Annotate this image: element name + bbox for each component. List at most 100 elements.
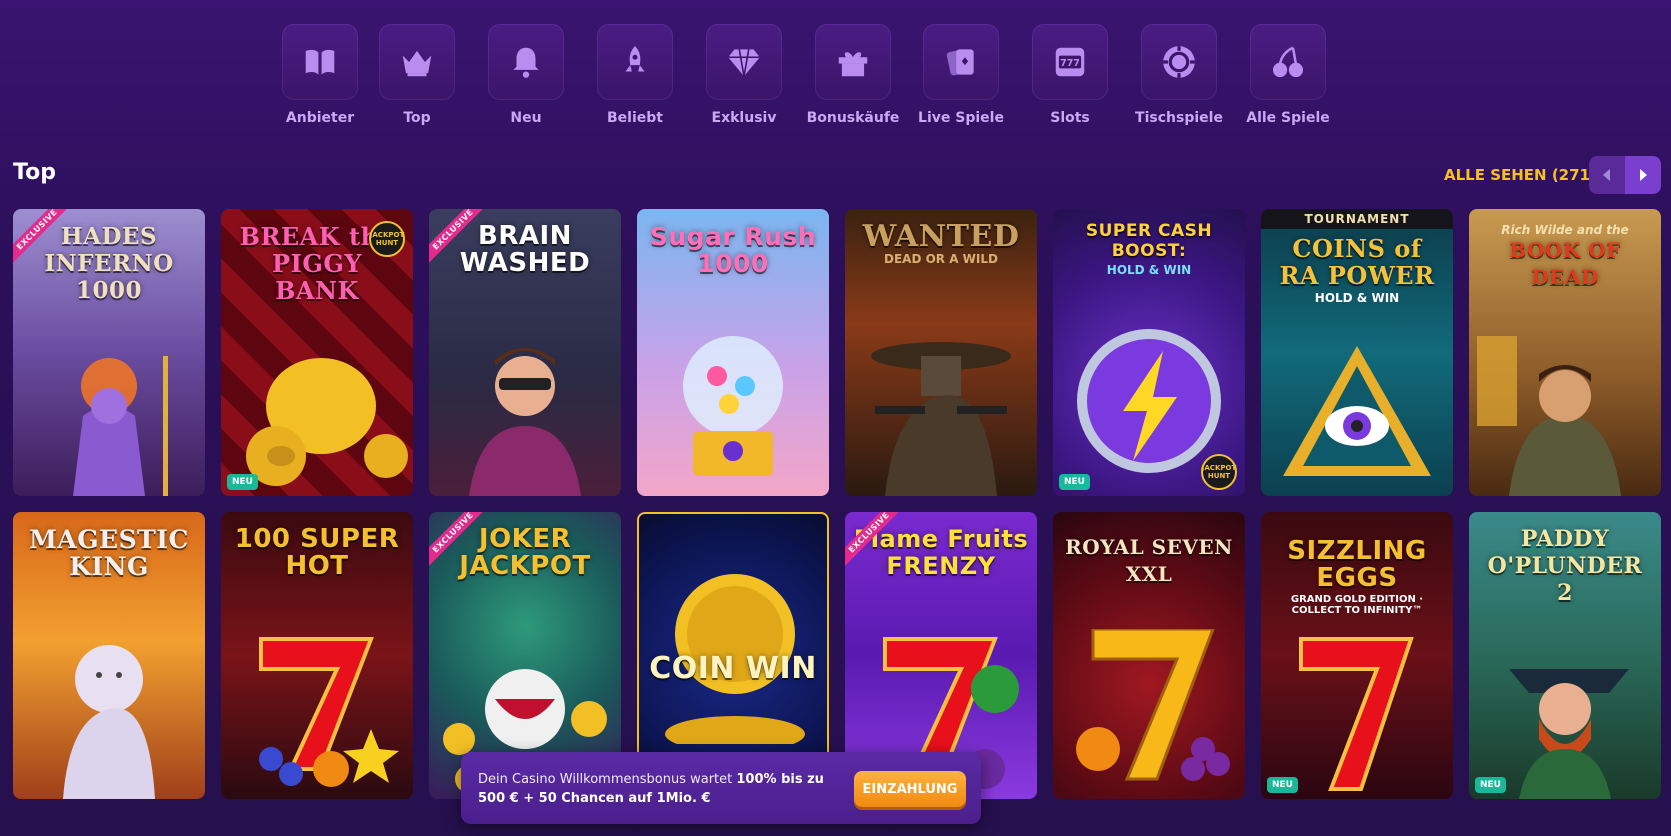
welcome-bonus-text: Dein Casino Willkommensbonus wartet 100%… — [478, 770, 828, 808]
category-top-box — [379, 24, 455, 100]
game-title: ROYAL SEVEN XXL — [1065, 535, 1233, 586]
category-label: Beliebt — [607, 110, 663, 126]
game-subtitle: Rich Wilde and the — [1501, 223, 1629, 237]
game-artwork — [246, 358, 408, 486]
game-title: SIZZLING EGGS — [1287, 536, 1427, 593]
category-slots[interactable]: 777 Slots — [1015, 24, 1125, 126]
category-label: Alle Spiele — [1246, 110, 1330, 126]
category-exklusiv-box — [706, 24, 782, 100]
game-subtitle: GRAND GOLD EDITION · COLLECT TO INFINITY… — [1290, 594, 1424, 616]
game-artwork — [1509, 669, 1629, 799]
game-title: PADDY O'PLUNDER 2 — [1487, 526, 1643, 606]
new-badge: NEU — [1475, 777, 1506, 793]
see-all-link[interactable]: ALLE SEHEN (271) — [1444, 166, 1597, 184]
tournament-banner: TOURNAMENT — [1261, 209, 1453, 229]
game-subtitle: HOLD & WIN — [1106, 263, 1192, 277]
game-tile[interactable]: Sugar Rush 1000 — [637, 209, 829, 496]
game-tile[interactable]: BREAK the PIGGY BANK JACKPOT HUNT NEU — [221, 209, 413, 496]
book-icon — [305, 49, 335, 75]
game-title: Sugar Rush 1000 — [649, 222, 817, 278]
game-subtitle: HOLD & WIN — [1314, 291, 1400, 305]
game-title: 100 SUPER HOT — [234, 524, 400, 581]
game-artwork — [1477, 336, 1621, 496]
category-neu[interactable]: Neu — [471, 24, 581, 126]
game-tile[interactable]: SIZZLING EGGS GRAND GOLD EDITION · COLLE… — [1261, 512, 1453, 799]
category-alle-spiele[interactable]: Alle Spiele — [1233, 24, 1343, 126]
category-anbieter-box — [282, 24, 358, 100]
category-live-spiele-box — [923, 24, 999, 100]
new-badge: NEU — [227, 474, 258, 490]
category-live-spiele[interactable]: Live Spiele — [906, 24, 1016, 126]
category-beliebt-box — [597, 24, 673, 100]
jackpot-hunt-badge: JACKPOT HUNT — [369, 221, 405, 257]
game-tile[interactable]: ROYAL SEVEN XXL — [1053, 512, 1245, 799]
game-tile[interactable]: TOURNAMENT COINS of RA POWER HOLD & WIN — [1261, 209, 1453, 496]
category-bonuskaeufe-box — [815, 24, 891, 100]
cards-icon — [946, 49, 974, 76]
rocket-icon — [625, 46, 645, 72]
game-artwork — [1076, 629, 1230, 781]
poker-chip-icon — [1163, 46, 1195, 78]
category-neu-box — [488, 24, 564, 100]
deposit-button[interactable]: EINZAHLUNG — [854, 771, 966, 807]
category-label: Exklusiv — [711, 110, 777, 126]
jackpot-hunt-badge: JACKPOT HUNT — [1201, 454, 1237, 490]
category-exklusiv[interactable]: Exklusiv — [689, 24, 799, 126]
category-nav: Anbieter Top Neu Beliebt Exklusiv Bonusk… — [0, 24, 1671, 134]
game-artwork — [1283, 346, 1431, 476]
category-beliebt[interactable]: Beliebt — [580, 24, 690, 126]
game-tile[interactable]: BRAIN WASHED EXCLUSIVE — [429, 209, 621, 496]
diamond-icon — [728, 49, 760, 77]
cherries-icon — [1272, 46, 1304, 78]
game-artwork — [665, 574, 805, 744]
game-artwork — [73, 356, 168, 496]
category-label: Slots — [1050, 110, 1090, 126]
category-top[interactable]: Top — [362, 24, 472, 126]
chevron-right-icon — [1640, 169, 1647, 181]
game-artwork — [63, 645, 155, 799]
game-tile[interactable]: Rich Wilde and the BOOK OF DEAD — [1469, 209, 1661, 496]
game-title: BOOK OF DEAD — [1509, 238, 1621, 289]
section-title: Top — [13, 160, 56, 185]
game-title: HADES INFERNO 1000 — [44, 223, 174, 304]
category-alle-spiele-box — [1250, 24, 1326, 100]
gift-icon — [838, 52, 868, 77]
game-tile[interactable]: PADDY O'PLUNDER 2 NEU — [1469, 512, 1661, 799]
chevron-left-icon — [1603, 169, 1610, 181]
category-bonuskaeufe[interactable]: Bonuskäufe — [798, 24, 908, 126]
game-tile[interactable]: 100 SUPER HOT — [221, 512, 413, 799]
category-label: Tischspiele — [1135, 110, 1223, 126]
new-badge: NEU — [1267, 777, 1298, 793]
game-tile[interactable]: HADES INFERNO 1000 EXCLUSIVE — [13, 209, 205, 496]
carousel-arrows — [1589, 156, 1661, 194]
category-tischspiele-box — [1141, 24, 1217, 100]
game-title: COIN WIN — [649, 651, 817, 686]
new-badge: NEU — [1059, 474, 1090, 490]
crown-icon — [402, 50, 432, 77]
svg-text:777: 777 — [1060, 58, 1080, 69]
game-artwork — [871, 342, 1011, 496]
game-tile[interactable]: WANTED DEAD OR A WILD — [845, 209, 1037, 496]
category-label: Anbieter — [285, 110, 355, 126]
game-artwork — [683, 336, 783, 476]
game-title: WANTED — [862, 219, 1020, 254]
game-tile[interactable]: SUPER CASH BOOST: HOLD & WIN JACKPOT HUN… — [1053, 209, 1245, 496]
game-title: COINS of RA POWER — [1279, 234, 1435, 290]
game-artwork — [259, 637, 399, 787]
category-anbieter[interactable]: Anbieter — [265, 24, 375, 126]
carousel-next-button[interactable] — [1625, 156, 1661, 194]
game-tile[interactable]: MAGESTIC KING — [13, 512, 205, 799]
category-label: Neu — [510, 110, 542, 126]
welcome-bonus-banner: Dein Casino Willkommensbonus wartet 100%… — [461, 752, 981, 824]
game-title: SUPER CASH BOOST: — [1085, 221, 1213, 261]
slot-machine-icon: 777 — [1055, 47, 1085, 77]
game-artwork — [469, 348, 581, 496]
category-label: Bonuskäufe — [806, 110, 900, 126]
category-tischspiele[interactable]: Tischspiele — [1124, 24, 1234, 126]
category-label: Live Spiele — [918, 110, 1004, 126]
category-label: Top — [403, 110, 431, 126]
category-slots-box: 777 — [1032, 24, 1108, 100]
game-title: MAGESTIC KING — [29, 525, 189, 581]
carousel-prev-button[interactable] — [1589, 156, 1625, 194]
game-subtitle: DEAD OR A WILD — [884, 252, 998, 266]
